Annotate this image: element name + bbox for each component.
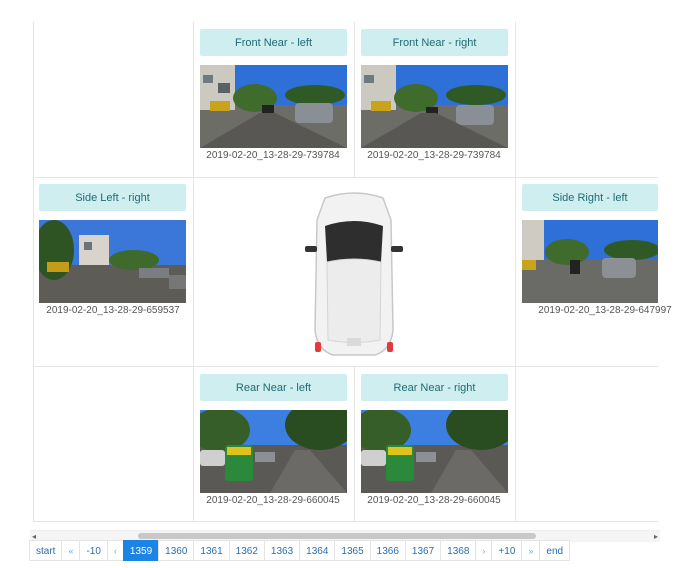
pagination: start « -10 ‹ 1359 1360 1361 1362 1363 1… bbox=[29, 540, 571, 561]
page-button-1360[interactable]: 1360 bbox=[158, 540, 195, 561]
page-prev-button[interactable]: ‹ bbox=[106, 540, 124, 561]
page-prev-fast-button[interactable]: « bbox=[61, 540, 81, 561]
camera-image-front-near-left[interactable] bbox=[200, 65, 347, 148]
grid-divider bbox=[33, 366, 658, 367]
page-next-button[interactable]: › bbox=[475, 540, 493, 561]
page-button-1367[interactable]: 1367 bbox=[404, 540, 442, 561]
page-start-button[interactable]: start bbox=[29, 540, 63, 561]
page-button-1365[interactable]: 1365 bbox=[334, 540, 371, 561]
camera-timestamp-front-near-right: 2019-02-20_13-28-29-739784 bbox=[367, 150, 501, 161]
camera-timestamp-side-left-right: 2019-02-20_13-28-29-659537 bbox=[46, 305, 180, 316]
grid-divider bbox=[193, 22, 194, 522]
page-button-1362[interactable]: 1362 bbox=[228, 540, 265, 561]
page-plus10-button[interactable]: +10 bbox=[491, 540, 523, 561]
camera-image-side-left-right[interactable] bbox=[39, 220, 186, 303]
camera-timestamp-rear-near-left: 2019-02-20_13-28-29-660045 bbox=[206, 495, 340, 506]
scrollbar-thumb[interactable] bbox=[138, 533, 536, 539]
page-button-1368[interactable]: 1368 bbox=[440, 540, 477, 561]
page-next-fast-button[interactable]: » bbox=[521, 540, 541, 561]
car-top-view bbox=[305, 190, 403, 358]
page-button-1363[interactable]: 1363 bbox=[263, 540, 301, 561]
camera-image-side-right-left[interactable] bbox=[522, 220, 658, 303]
camera-timestamp-rear-near-right: 2019-02-20_13-28-29-660045 bbox=[367, 495, 501, 506]
camera-image-front-near-right[interactable] bbox=[361, 65, 508, 148]
page-button-1364[interactable]: 1364 bbox=[299, 540, 336, 561]
page-button-1366[interactable]: 1366 bbox=[369, 540, 406, 561]
camera-label-side-right-left: Side Right - left bbox=[522, 184, 658, 211]
camera-timestamp-side-right-left: 2019-02-20_13-28-29-647997 bbox=[538, 305, 672, 316]
grid-divider bbox=[33, 22, 34, 522]
page-minus10-button[interactable]: -10 bbox=[79, 540, 108, 561]
page-button-1361[interactable]: 1361 bbox=[193, 540, 230, 561]
grid-divider bbox=[33, 177, 658, 178]
camera-label-rear-near-right: Rear Near - right bbox=[361, 374, 508, 401]
page-end-button[interactable]: end bbox=[539, 540, 571, 561]
camera-label-rear-near-left: Rear Near - left bbox=[200, 374, 347, 401]
camera-label-side-left-right: Side Left - right bbox=[39, 184, 186, 211]
camera-label-front-near-left: Front Near - left bbox=[200, 29, 347, 56]
grid-divider bbox=[515, 22, 516, 522]
camera-label-front-near-right: Front Near - right bbox=[361, 29, 508, 56]
camera-image-rear-near-left[interactable] bbox=[200, 410, 347, 493]
scroll-right-icon[interactable]: ▸ bbox=[654, 531, 658, 542]
page-button-1359[interactable]: 1359 bbox=[122, 540, 160, 561]
grid-divider bbox=[33, 521, 658, 522]
camera-timestamp-front-near-left: 2019-02-20_13-28-29-739784 bbox=[206, 150, 340, 161]
camera-image-rear-near-right[interactable] bbox=[361, 410, 508, 493]
